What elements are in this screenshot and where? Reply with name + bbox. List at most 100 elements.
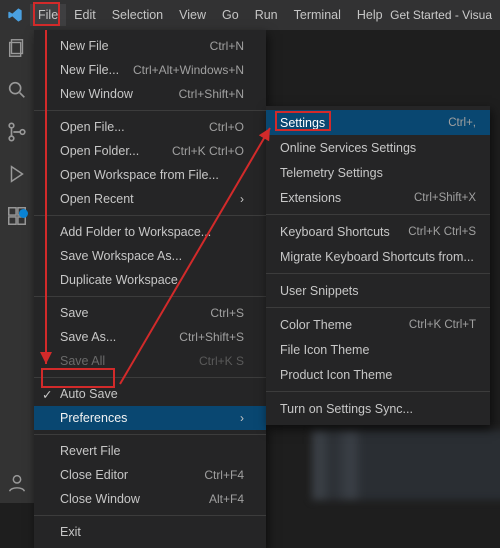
label: Preferences [60,411,127,425]
label: User Snippets [280,284,359,298]
menu-preferences[interactable]: Preferences › [34,406,266,430]
submenu-extensions[interactable]: Extensions Ctrl+Shift+X [266,185,490,210]
shortcut: Ctrl+, [448,117,476,129]
preferences-submenu: SettingsCtrl+, Online Services Settings … [266,106,490,425]
shortcut: Ctrl+N [210,39,244,53]
submenu-user-snippets[interactable]: User Snippets [266,278,490,303]
menu-separator [34,296,266,297]
label: Save As... [60,330,116,344]
label: File Icon Theme [280,343,369,357]
menu-new-file-dots[interactable]: New File...Ctrl+Alt+Windows+N [34,58,266,82]
submenu-online-services[interactable]: Online Services Settings [266,135,490,160]
submenu-telemetry[interactable]: Telemetry Settings [266,160,490,185]
label: New Window [60,87,133,101]
menu-revert-file[interactable]: Revert File [34,439,266,463]
label: Revert File [60,444,120,458]
menu-help[interactable]: Help [349,4,391,26]
menu-open-recent[interactable]: Open Recent› [34,187,266,211]
shortcut: Ctrl+Shift+X [414,192,476,204]
menu-go[interactable]: Go [214,4,247,26]
label: Duplicate Workspace [60,273,178,287]
label: Close Editor [60,468,128,482]
menu-selection[interactable]: Selection [104,4,171,26]
shortcut: Ctrl+O [209,120,244,134]
menu-edit[interactable]: Edit [66,4,104,26]
shortcut: Ctrl+F4 [204,468,244,482]
menu-terminal[interactable]: Terminal [286,4,349,26]
menu-open-workspace-file[interactable]: Open Workspace from File... [34,163,266,187]
label: Color Theme [280,318,352,332]
submenu-settings-sync[interactable]: Turn on Settings Sync... [266,396,490,421]
label: Exit [60,525,81,539]
label: Save All [60,354,105,368]
menu-separator [266,391,490,392]
label: Settings [280,116,325,130]
shortcut: Ctrl+Shift+S [179,330,244,344]
menu-separator [34,377,266,378]
submenu-product-icon-theme[interactable]: Product Icon Theme [266,362,490,387]
menu-view[interactable]: View [171,4,214,26]
menu-separator [266,273,490,274]
menu-file[interactable]: File [30,4,66,26]
shortcut: Ctrl+S [210,306,244,320]
menu-separator [266,214,490,215]
search-icon[interactable] [5,78,29,102]
label: Open Folder... [60,144,139,158]
label: Extensions [280,191,341,205]
shortcut: Ctrl+K Ctrl+O [172,144,244,158]
shortcut: Ctrl+K Ctrl+T [409,319,476,331]
menu-close-editor[interactable]: Close Editor Ctrl+F4 [34,463,266,487]
submenu-migrate-shortcuts[interactable]: Migrate Keyboard Shortcuts from... [266,244,490,269]
menu-duplicate-workspace[interactable]: Duplicate Workspace [34,268,266,292]
menu-save-as[interactable]: Save As... Ctrl+Shift+S [34,325,266,349]
menu-open-file[interactable]: Open File... Ctrl+O [34,115,266,139]
label: Add Folder to Workspace... [60,225,211,239]
title-bar: File Edit Selection View Go Run Terminal… [0,0,500,30]
menu-separator [266,307,490,308]
window-title: Get Started - Visua [390,8,492,22]
label: Open Recent [60,192,134,206]
label: New File... [60,63,119,77]
label: Open Workspace from File... [60,168,219,182]
menu-new-window[interactable]: New Window Ctrl+Shift+N [34,82,266,106]
label: Open File... [60,120,125,134]
menu-open-folder[interactable]: Open Folder... Ctrl+K Ctrl+O [34,139,266,163]
menu-save-all: Save AllCtrl+K S [34,349,266,373]
menu-save-workspace-as[interactable]: Save Workspace As... [34,244,266,268]
menu-new-file[interactable]: New File Ctrl+N [34,34,266,58]
shortcut: Ctrl+Shift+N [179,87,244,101]
chevron-right-icon: › [240,411,244,425]
menu-close-window[interactable]: Close WindowAlt+F4 [34,487,266,511]
account-icon[interactable] [5,471,29,495]
menu-separator [34,515,266,516]
submenu-color-theme[interactable]: Color Theme Ctrl+K Ctrl+T [266,312,490,337]
source-control-icon[interactable] [5,120,29,144]
extensions-badge [19,209,28,218]
label: Save [60,306,89,320]
menu-run[interactable]: Run [247,4,286,26]
menu-save[interactable]: Save Ctrl+S [34,301,266,325]
menu-bar: File Edit Selection View Go Run Terminal… [30,4,391,26]
submenu-keyboard-shortcuts[interactable]: Keyboard Shortcuts Ctrl+K Ctrl+S [266,219,490,244]
shortcut: Ctrl+K Ctrl+S [408,226,476,238]
label: Auto Save [60,387,118,401]
menu-auto-save[interactable]: ✓Auto Save [34,382,266,406]
explorer-icon[interactable] [5,36,29,60]
menu-add-folder-workspace[interactable]: Add Folder to Workspace... [34,220,266,244]
activity-bar [0,30,34,503]
menu-exit[interactable]: Exit [34,520,266,544]
run-debug-icon[interactable] [5,162,29,186]
label: Telemetry Settings [280,166,383,180]
extensions-icon[interactable] [5,204,29,228]
menu-separator [34,215,266,216]
label: Migrate Keyboard Shortcuts from... [280,250,474,264]
menu-separator [34,110,266,111]
label: Save Workspace As... [60,249,182,263]
label: Close Window [60,492,140,506]
submenu-file-icon-theme[interactable]: File Icon Theme [266,337,490,362]
label: New File [60,39,109,53]
menu-separator [34,434,266,435]
label: Online Services Settings [280,141,416,155]
label: Keyboard Shortcuts [280,225,390,239]
submenu-settings[interactable]: Settings Ctrl+, [266,110,490,135]
